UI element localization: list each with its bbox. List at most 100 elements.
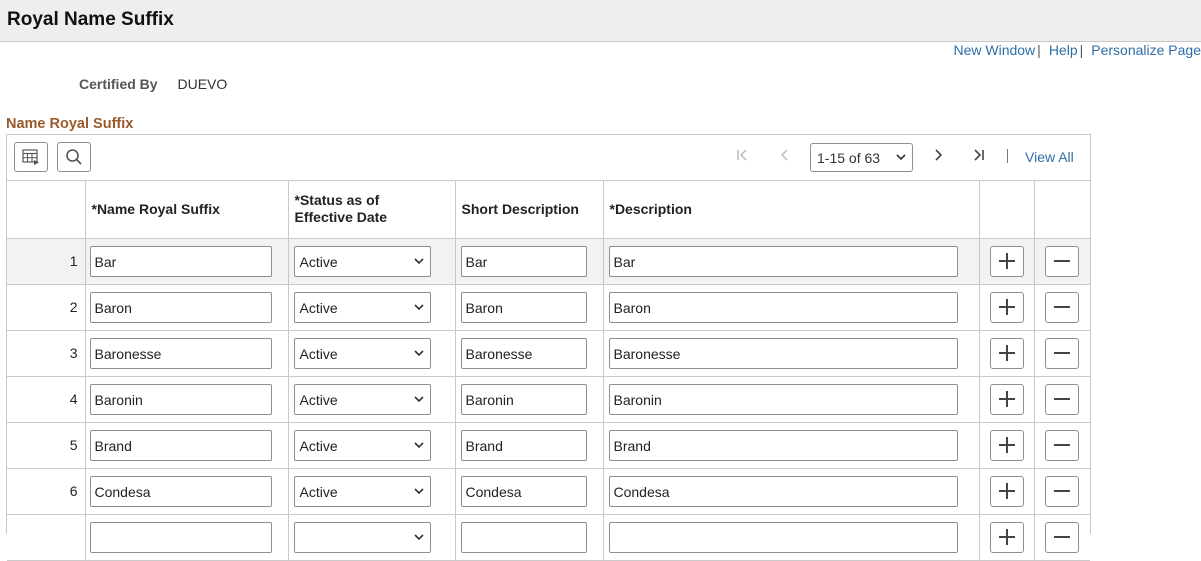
- delete-row-button[interactable]: [1045, 291, 1080, 323]
- status-cell: Active: [288, 422, 456, 469]
- status-cell: Active: [288, 238, 456, 285]
- minus-icon: [1054, 398, 1071, 400]
- column-header-short-description[interactable]: Short Description: [455, 181, 604, 239]
- add-row-button[interactable]: [989, 383, 1024, 415]
- minus-icon: [1054, 490, 1071, 492]
- delete-cell: [1034, 376, 1090, 423]
- status-header-line-2: Effective Date: [294, 209, 388, 226]
- suffix-input[interactable]: Brand: [89, 429, 272, 461]
- delete-row-button[interactable]: [1045, 475, 1080, 507]
- suffix-input[interactable]: Baron: [89, 291, 272, 323]
- short-description-input[interactable]: Baronin: [460, 383, 587, 415]
- delete-row-button[interactable]: [1045, 337, 1080, 369]
- delete-cell: [1034, 284, 1090, 331]
- add-row-button[interactable]: [989, 521, 1024, 553]
- add-cell: [979, 376, 1035, 423]
- certified-by-value: DUEVO: [177, 76, 228, 92]
- description-input[interactable]: Bar: [608, 245, 958, 277]
- short-description-input[interactable]: [460, 521, 587, 553]
- plus-icon: [998, 391, 1015, 407]
- status-select[interactable]: Active: [293, 291, 431, 323]
- toolbar-separator: [1007, 149, 1008, 163]
- suffix-cell: Baronin: [85, 376, 289, 423]
- short-description-cell: Baronesse: [455, 330, 604, 377]
- delete-row-button[interactable]: [1045, 521, 1080, 553]
- suffix-input[interactable]: Bar: [89, 245, 272, 277]
- short-description-input[interactable]: Condesa: [460, 475, 587, 507]
- status-select[interactable]: Active: [293, 429, 431, 461]
- description-input[interactable]: [608, 521, 958, 553]
- delete-cell: [1034, 330, 1090, 377]
- status-value: Active: [299, 299, 338, 316]
- status-select[interactable]: Active: [293, 337, 431, 369]
- last-page-icon[interactable]: [969, 148, 989, 167]
- table-row: [7, 514, 1090, 561]
- delete-row-button[interactable]: [1045, 245, 1080, 277]
- description-input[interactable]: Baronesse: [608, 337, 958, 369]
- column-header-suffix[interactable]: *Name Royal Suffix: [85, 181, 289, 239]
- description-cell: Brand: [603, 422, 980, 469]
- add-row-button[interactable]: [989, 475, 1024, 507]
- suffix-cell: Brand: [85, 422, 289, 469]
- short-description-cell: [455, 514, 604, 561]
- add-row-button[interactable]: [989, 291, 1024, 323]
- plus-icon: [998, 437, 1015, 453]
- delete-cell: [1034, 468, 1090, 515]
- delete-row-button[interactable]: [1045, 429, 1080, 461]
- row-number-text: 6: [69, 483, 78, 499]
- previous-page-icon[interactable]: [775, 148, 795, 167]
- column-header-status[interactable]: *Status as of Effective Date: [288, 181, 456, 239]
- top-links: New Window | Help | Personalize Page: [953, 42, 1201, 60]
- add-cell: [979, 422, 1035, 469]
- status-value: Active: [299, 483, 338, 500]
- next-page-icon[interactable]: [928, 148, 948, 167]
- column-header-description[interactable]: *Description: [603, 181, 980, 239]
- table-row: 5 Brand Active Brand Brand: [7, 422, 1090, 469]
- suffix-input[interactable]: Baronesse: [89, 337, 272, 369]
- grid-settings-button[interactable]: [14, 142, 48, 172]
- description-input[interactable]: Condesa: [608, 475, 958, 507]
- short-description-cell: Baron: [455, 284, 604, 331]
- personalize-page-link[interactable]: Personalize Page: [1091, 42, 1201, 58]
- grid-search-button[interactable]: [57, 142, 91, 172]
- chevron-down-icon: [413, 533, 424, 540]
- table-row: 6 Condesa Active Condesa Condesa: [7, 468, 1090, 515]
- new-window-link[interactable]: New Window: [953, 42, 1035, 58]
- row-number: [7, 514, 86, 561]
- row-number: 6: [7, 468, 86, 515]
- view-all-link[interactable]: View All: [1025, 149, 1074, 165]
- short-description-cell: Baronin: [455, 376, 604, 423]
- status-select[interactable]: Active: [293, 245, 431, 277]
- description-input[interactable]: Baron: [608, 291, 958, 323]
- short-description-input[interactable]: Baronesse: [460, 337, 587, 369]
- suffix-input[interactable]: Baronin: [89, 383, 272, 415]
- table-settings-icon: [22, 149, 39, 165]
- row-number-text: 5: [69, 437, 78, 453]
- status-value: Active: [299, 437, 338, 454]
- add-row-button[interactable]: [989, 337, 1024, 369]
- suffix-cell: Condesa: [85, 468, 289, 515]
- first-page-icon[interactable]: [732, 148, 752, 167]
- status-select[interactable]: Active: [293, 383, 431, 415]
- status-value: Active: [299, 345, 338, 362]
- short-description-input[interactable]: Brand: [460, 429, 587, 461]
- status-select[interactable]: [293, 521, 431, 553]
- add-cell: [979, 468, 1035, 515]
- add-row-button[interactable]: [989, 245, 1024, 277]
- short-description-input[interactable]: Bar: [460, 245, 587, 277]
- description-input[interactable]: Brand: [608, 429, 958, 461]
- delete-cell: [1034, 514, 1090, 561]
- page-range-select[interactable]: 1-15 of 63: [810, 143, 913, 172]
- plus-icon: [998, 483, 1015, 499]
- help-link[interactable]: Help: [1049, 42, 1078, 58]
- description-cell: Baronesse: [603, 330, 980, 377]
- minus-icon: [1054, 306, 1071, 308]
- description-input[interactable]: Baronin: [608, 383, 958, 415]
- add-row-button[interactable]: [989, 429, 1024, 461]
- short-description-input[interactable]: Baron: [460, 291, 587, 323]
- suffix-input[interactable]: [89, 521, 272, 553]
- minus-icon: [1054, 352, 1071, 354]
- status-select[interactable]: Active: [293, 475, 431, 507]
- delete-row-button[interactable]: [1045, 383, 1080, 415]
- suffix-input[interactable]: Condesa: [89, 475, 272, 507]
